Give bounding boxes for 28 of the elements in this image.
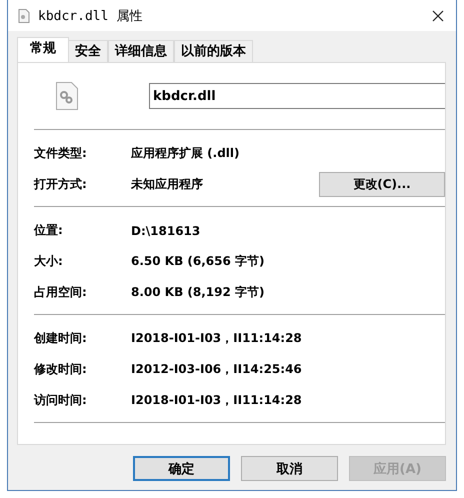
tab[interactable]: 常规 <box>17 37 69 62</box>
field-value: D:\181613 <box>131 224 202 238</box>
field-label: 大小: <box>34 253 64 270</box>
gear-file-icon <box>56 82 78 110</box>
file-icon <box>18 8 30 22</box>
field-label: 文件类型: <box>34 145 88 162</box>
field-value: 未知应用程序 <box>131 176 204 193</box>
field-label: 位置: <box>34 222 64 239</box>
field-value: I2018-I01-I03，II11:14:28 <box>131 330 303 347</box>
field-label: 占用空间: <box>34 284 88 301</box>
field-label: 创建时间: <box>34 330 88 347</box>
tab[interactable]: 以前的版本 <box>174 40 253 62</box>
field-label: 修改时间: <box>34 361 88 378</box>
change-button[interactable]: 更改(C)... <box>319 172 445 197</box>
field-label: 打开方式: <box>34 176 88 193</box>
window-title: kbdcr.dll 属性 <box>38 8 144 24</box>
close-icon[interactable] <box>432 10 444 22</box>
field-value: 6.50 KB (6,656 字节) <box>131 253 266 270</box>
field-value: 应用程序扩展 (.dll) <box>131 145 241 162</box>
dialog-button[interactable]: 确定 <box>133 456 230 481</box>
tab[interactable]: 详细信息 <box>108 40 174 62</box>
field-value: I2012-I03-I06，II14:25:46 <box>131 361 303 378</box>
field-value: I2018-I01-I03，II11:14:28 <box>131 392 303 409</box>
dialog-button[interactable]: 取消 <box>241 456 338 481</box>
file-name-field[interactable]: kbdcr.dll <box>149 83 445 109</box>
field-label: 访问时间: <box>34 392 88 409</box>
tab[interactable]: 安全 <box>68 40 108 62</box>
field-value: 8.00 KB (8,192 字节) <box>131 284 266 301</box>
